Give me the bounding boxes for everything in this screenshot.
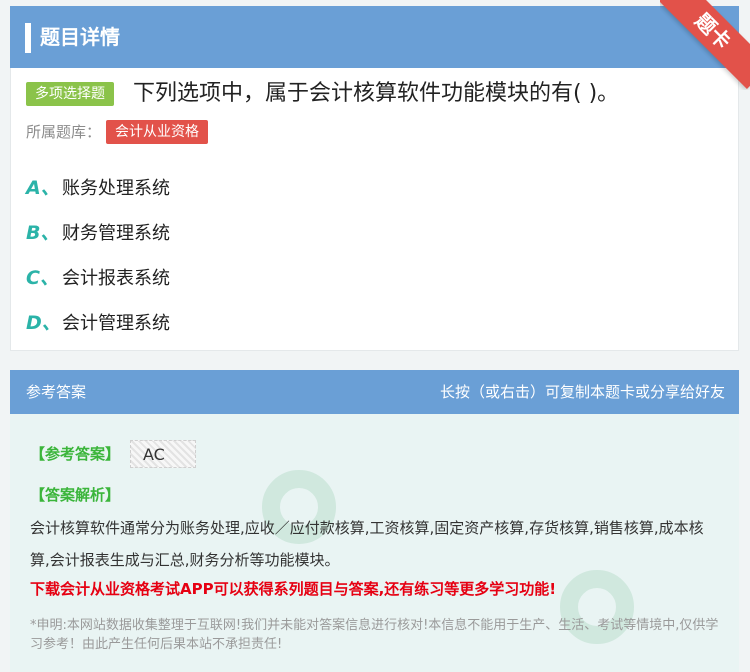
option-text: 财务管理系统 bbox=[62, 223, 170, 244]
analysis-label: 【答案解析】 bbox=[30, 486, 121, 504]
option-text: 会计管理系统 bbox=[62, 313, 170, 334]
question-text: 下列选项中，属于会计核算软件功能模块的有( )。 bbox=[133, 81, 620, 106]
header-accent-bar bbox=[25, 23, 31, 53]
option-text: 会计报表系统 bbox=[62, 268, 170, 289]
answer-value: AC bbox=[130, 440, 196, 468]
option-c[interactable]: C、 会计报表系统 bbox=[26, 263, 170, 293]
analysis-text: 会计核算软件通常分为账务处理,应收／应付款核算,工资核算,固定资产核算,存货核算… bbox=[30, 519, 704, 569]
promo-link[interactable]: 下载会计从业资格考试APP可以获得系列题目与答案,还有练习等更多学习功能! bbox=[30, 576, 556, 602]
option-letter: A、 bbox=[26, 177, 60, 199]
disclaimer-text: *申明:本网站数据收集整理于互联网!我们并未能对答案信息进行核对!本信息不能用于… bbox=[30, 618, 719, 652]
ribbon-label[interactable]: 题卡 bbox=[660, 0, 750, 89]
option-letter: D、 bbox=[26, 312, 61, 334]
option-b[interactable]: B、 财务管理系统 bbox=[26, 218, 170, 248]
bank-tag[interactable]: 会计从业资格 bbox=[106, 120, 208, 144]
option-d[interactable]: D、会计管理系统 bbox=[26, 308, 170, 338]
answer-label: 【参考答案】 bbox=[30, 445, 121, 463]
bank-label: 所属题库： bbox=[26, 123, 102, 141]
option-a[interactable]: A、 账务处理系统 bbox=[26, 173, 170, 203]
answer-header: 参考答案 长按（或右击）可复制本题卡或分享给好友 bbox=[10, 370, 739, 414]
page-title: 题目详情 bbox=[40, 25, 120, 49]
answer-header-title: 参考答案 bbox=[26, 383, 87, 401]
option-letter: C、 bbox=[26, 267, 59, 289]
option-letter: B、 bbox=[26, 222, 60, 244]
question-type-badge: 多项选择题 bbox=[26, 82, 114, 106]
share-hint: 长按（或右击）可复制本题卡或分享给好友 bbox=[439, 383, 725, 401]
option-text: 账务处理系统 bbox=[62, 178, 170, 199]
page-header: 题目详情 bbox=[10, 6, 739, 68]
ribbon-corner: 题卡 bbox=[660, 0, 750, 90]
